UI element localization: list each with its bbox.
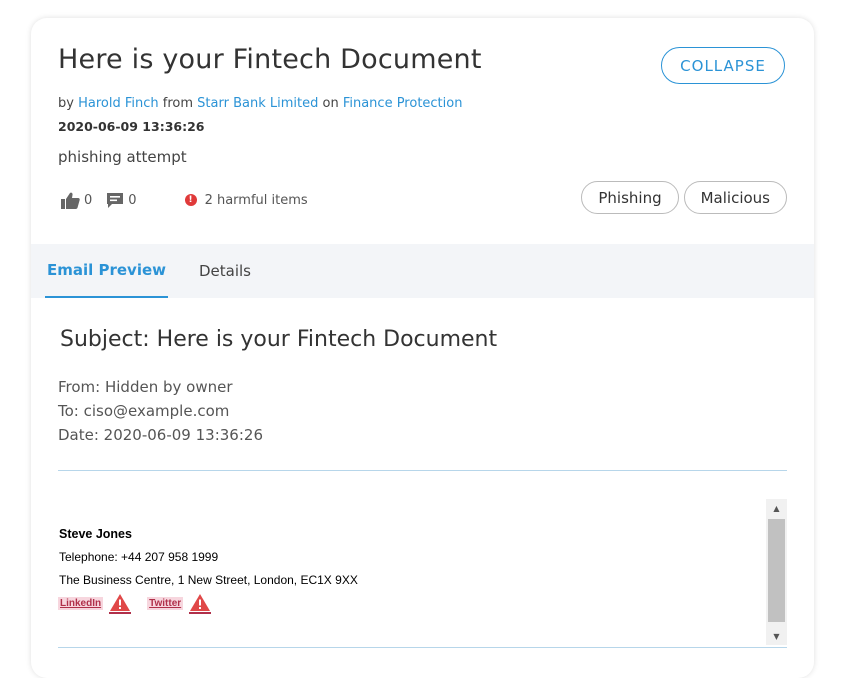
tab-bar: Email Preview Details [31,244,814,298]
community-link[interactable]: Finance Protection [343,96,463,111]
alert-circle-icon: ! [184,194,197,206]
signature-telephone: Telephone: +44 207 958 1999 [59,550,219,564]
thumbs-up-icon [61,192,80,209]
footer-divider [58,647,787,648]
email-body-frame[interactable]: Steve Jones Telephone: +44 207 958 1999 … [58,499,787,645]
tag-malicious[interactable]: Malicious [683,181,787,214]
stats-row: 0 0 ! 2 harmful items [61,189,308,211]
collapse-button[interactable]: COLLAPSE [661,47,785,84]
signature-address: The Business Centre, 1 New Street, Londo… [59,573,358,587]
by-label: by [58,96,74,111]
signature-name: Steve Jones [59,527,132,541]
header-divider [58,470,787,471]
email-date: Date: 2020-06-09 13:36:26 [58,426,263,444]
threat-report-card: Here is your Fintech Document COLLAPSE b… [31,18,814,678]
chevron-down-icon[interactable]: ▼ [766,627,787,645]
byline: by Harold Finch from Starr Bank Limited … [58,96,462,111]
signature-links: LinkedIn Twitter [58,593,227,614]
harmful-items-text: 2 harmful items [204,192,308,208]
page-title: Here is your Fintech Document [58,44,482,75]
tag-list: Phishing Malicious [581,181,787,214]
email-scrollbar[interactable]: ▲ ▼ [766,499,787,645]
from-label: from [162,96,194,111]
email-subject: Subject: Here is your Fintech Document [60,327,498,352]
author-link[interactable]: Harold Finch [78,96,159,111]
report-datetime: 2020-06-09 13:36:26 [58,119,205,134]
warning-triangle-icon[interactable] [189,593,212,614]
comment-count: 0 [128,192,137,208]
linkedin-link[interactable]: LinkedIn [58,597,104,610]
report-description: phishing attempt [58,148,187,166]
harmful-items-indicator: ! 2 harmful items [184,192,308,208]
tag-phishing[interactable]: Phishing [581,181,679,214]
warning-triangle-icon[interactable] [109,593,132,614]
email-to: To: ciso@example.com [58,402,230,420]
email-from: From: Hidden by owner [58,378,233,396]
comment-icon [107,192,124,208]
like-count: 0 [84,192,93,208]
on-label: on [322,96,339,111]
chevron-up-icon[interactable]: ▲ [766,499,787,517]
twitter-link[interactable]: Twitter [147,597,184,610]
tab-email-preview[interactable]: Email Preview [45,244,168,298]
scrollbar-thumb[interactable] [768,519,785,622]
organization-link[interactable]: Starr Bank Limited [197,96,318,111]
comment-button[interactable]: 0 [106,192,137,209]
tab-details[interactable]: Details [199,244,251,298]
like-button[interactable]: 0 [61,192,92,209]
